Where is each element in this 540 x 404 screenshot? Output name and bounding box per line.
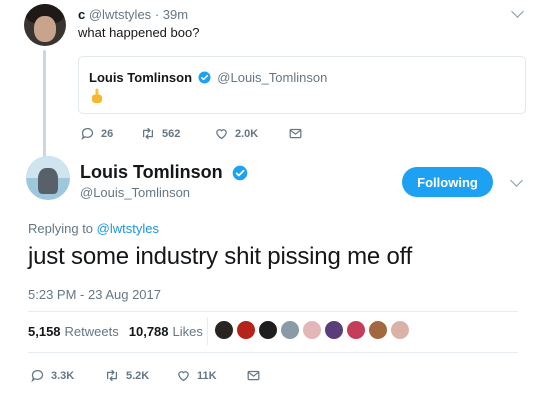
comment-icon <box>81 127 94 141</box>
direct-message-button[interactable] <box>288 126 309 141</box>
main-tweet-text: just some industry shit pissing me off <box>28 243 413 270</box>
main-user-name[interactable]: Louis Tomlinson <box>80 162 223 182</box>
replying-to-mention-link[interactable]: @lwtstyles <box>97 221 159 236</box>
reply-tweet-actions: 26 562 2.0K <box>80 126 323 141</box>
retweets-stat-count: 5,158 <box>28 324 61 339</box>
retweet-count: 5.2K <box>126 369 150 382</box>
quoted-tweet-header: Louis Tomlinson @Louis_Tomlinson <box>89 70 327 85</box>
retweet-icon <box>143 127 153 140</box>
separator-dot: · <box>154 7 160 22</box>
reply-tweet-text: what happened boo? <box>78 25 200 40</box>
replying-to-prefix: Replying to <box>28 221 94 236</box>
main-user-handle[interactable]: @Louis_Tomlinson <box>80 185 190 200</box>
liker-avatars <box>214 320 412 340</box>
like-button[interactable]: 2.0K <box>214 126 274 141</box>
quoted-tweet-card[interactable]: Louis Tomlinson @Louis_Tomlinson <box>78 56 526 114</box>
avatar-main-user[interactable] <box>26 156 70 200</box>
retweet-count: 562 <box>162 127 181 140</box>
like-count: 2.0K <box>235 127 259 140</box>
likes-stat-label: Likes <box>172 324 203 339</box>
liker-avatar[interactable] <box>368 320 388 340</box>
likes-stat[interactable]: 10,788 Likes <box>129 324 203 339</box>
retweet-button[interactable]: 562 <box>140 126 200 141</box>
liker-avatar[interactable] <box>258 320 278 340</box>
chevron-down-icon[interactable] <box>510 174 523 187</box>
liker-avatar[interactable] <box>390 320 410 340</box>
avatar-reply-user[interactable] <box>24 4 66 46</box>
liker-avatar[interactable] <box>302 320 322 340</box>
divider <box>28 352 518 353</box>
liker-avatar[interactable] <box>324 320 344 340</box>
envelope-icon <box>289 128 302 139</box>
verified-badge-icon <box>232 165 248 181</box>
liker-avatar[interactable] <box>346 320 366 340</box>
following-button[interactable]: Following <box>402 167 493 197</box>
likes-stat-count: 10,788 <box>128 324 169 339</box>
direct-message-button[interactable] <box>246 368 267 383</box>
reply-button[interactable]: 26 <box>80 126 126 141</box>
comment-icon <box>31 369 44 383</box>
liker-avatar[interactable] <box>214 320 234 340</box>
heart-icon <box>216 129 227 140</box>
tweet-stats: 5,158 Retweets 10,788 Likes <box>28 324 213 339</box>
quoted-user-name: Louis Tomlinson <box>89 70 193 85</box>
envelope-icon <box>247 370 260 381</box>
like-button[interactable]: 11K <box>176 368 232 383</box>
retweets-stat-label: Retweets <box>64 324 119 339</box>
main-user-name-row: Louis Tomlinson <box>80 162 248 183</box>
retweet-button[interactable]: 5.2K <box>104 368 162 383</box>
reply-button[interactable]: 3.3K <box>30 368 90 383</box>
retweets-stat[interactable]: 5,158 Retweets <box>28 324 119 339</box>
main-tweet-actions: 3.3K 5.2K 11K <box>30 368 281 383</box>
reply-count: 26 <box>101 127 114 140</box>
heart-icon <box>178 371 189 382</box>
chevron-down-icon[interactable] <box>511 5 524 18</box>
quoted-user-handle: @Louis_Tomlinson <box>217 70 328 85</box>
reply-user-handle[interactable]: @lwtstyles <box>89 7 151 22</box>
reply-tweet-header: c @lwtstyles · 39m <box>78 7 188 22</box>
reply-count: 3.3K <box>51 369 75 382</box>
stats-separator <box>207 317 208 345</box>
verified-badge-icon <box>198 71 211 84</box>
liker-avatar[interactable] <box>236 320 256 340</box>
tweet-timestamp[interactable]: 5:23 PM - 23 Aug 2017 <box>28 287 161 302</box>
replying-to-line: Replying to @lwtstyles <box>28 221 159 236</box>
retweet-icon <box>107 369 117 382</box>
divider <box>28 311 518 312</box>
reply-tweet-time[interactable]: 39m <box>163 7 188 22</box>
like-count: 11K <box>197 369 217 382</box>
middle-finger-emoji-icon <box>92 88 102 103</box>
liker-avatar[interactable] <box>280 320 300 340</box>
thread-connector-line <box>43 50 46 158</box>
reply-user-name[interactable]: c <box>78 7 85 22</box>
